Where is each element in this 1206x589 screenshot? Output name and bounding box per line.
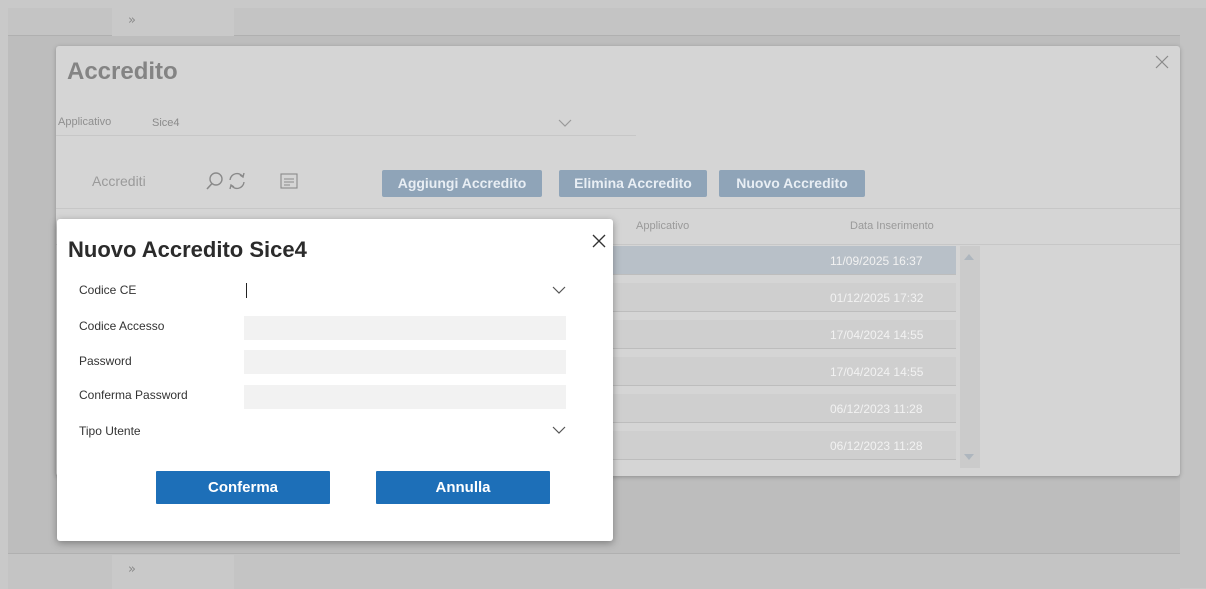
row-date: 01/12/2025 17:32: [830, 291, 924, 305]
text-caret: [246, 283, 247, 298]
row-date: 06/12/2023 11:28: [830, 439, 923, 453]
chevron-down-icon[interactable]: [552, 425, 566, 435]
accrediti-grid: 11/09/2025 16:37 01/12/2025 17:32 17/04/…: [596, 246, 980, 468]
dialog-title: Nuovo Accredito Sice4: [68, 237, 307, 262]
conferma-button[interactable]: Conferma: [156, 471, 330, 504]
refresh-icon[interactable]: [226, 170, 248, 192]
codice-accesso-input[interactable]: [244, 316, 566, 340]
row-date: 06/12/2023 11:28: [830, 402, 923, 416]
row-date: 17/04/2024 14:55: [830, 365, 924, 379]
expand-top-button[interactable]: »: [112, 8, 234, 36]
password-label: Password: [79, 354, 132, 368]
conferma-password-label: Conferma Password: [79, 388, 188, 402]
table-row[interactable]: 01/12/2025 17:32: [596, 283, 956, 312]
row-date: 17/04/2024 14:55: [830, 328, 924, 342]
aggiungi-accredito-button[interactable]: Aggiungi Accredito: [382, 170, 542, 197]
tipo-utente-label: Tipo Utente: [79, 424, 141, 438]
nuovo-accredito-dialog: Nuovo Accredito Sice4 Codice CE Codice A…: [57, 219, 613, 541]
applicativo-label: Applicativo: [58, 116, 112, 128]
elimina-accredito-button[interactable]: Elimina Accredito: [559, 170, 707, 197]
close-icon[interactable]: [1154, 54, 1170, 70]
expand-bottom-button[interactable]: »: [112, 555, 234, 589]
chevron-down-icon[interactable]: [552, 285, 566, 295]
table-row[interactable]: 17/04/2024 14:55: [596, 320, 956, 349]
codice-ce-combo[interactable]: [244, 279, 566, 303]
accrediti-label: Accrediti: [92, 173, 146, 189]
codice-ce-label: Codice CE: [79, 283, 137, 297]
grid-scrollbar[interactable]: [960, 246, 980, 468]
conferma-password-input[interactable]: [244, 385, 566, 409]
table-row[interactable]: 06/12/2023 11:28: [596, 431, 956, 460]
column-data-inserimento[interactable]: Data Inserimento: [850, 220, 934, 232]
applicativo-select[interactable]: Applicativo Sice4: [56, 114, 636, 136]
tipo-utente-combo[interactable]: [244, 419, 566, 443]
background-right-panel: [1180, 8, 1206, 588]
nuovo-accredito-button[interactable]: Nuovo Accredito: [719, 170, 865, 197]
table-row[interactable]: 17/04/2024 14:55: [596, 357, 956, 386]
scroll-down-icon[interactable]: [964, 454, 974, 460]
search-icon[interactable]: [204, 170, 226, 192]
password-input[interactable]: [244, 350, 566, 374]
scroll-up-icon[interactable]: [964, 254, 974, 260]
table-row[interactable]: 11/09/2025 16:37: [596, 246, 956, 275]
codice-accesso-label: Codice Accesso: [79, 319, 165, 333]
column-applicativo[interactable]: Applicativo: [636, 220, 689, 232]
chevron-down-icon: [558, 119, 572, 127]
annulla-button[interactable]: Annulla: [376, 471, 550, 504]
table-row[interactable]: 06/12/2023 11:28: [596, 394, 956, 423]
csv-export-icon[interactable]: [278, 170, 300, 192]
close-icon[interactable]: [591, 233, 607, 249]
applicativo-value: Sice4: [152, 117, 180, 129]
row-date: 11/09/2025 16:37: [830, 254, 923, 268]
accredito-title: Accredito: [67, 58, 178, 85]
